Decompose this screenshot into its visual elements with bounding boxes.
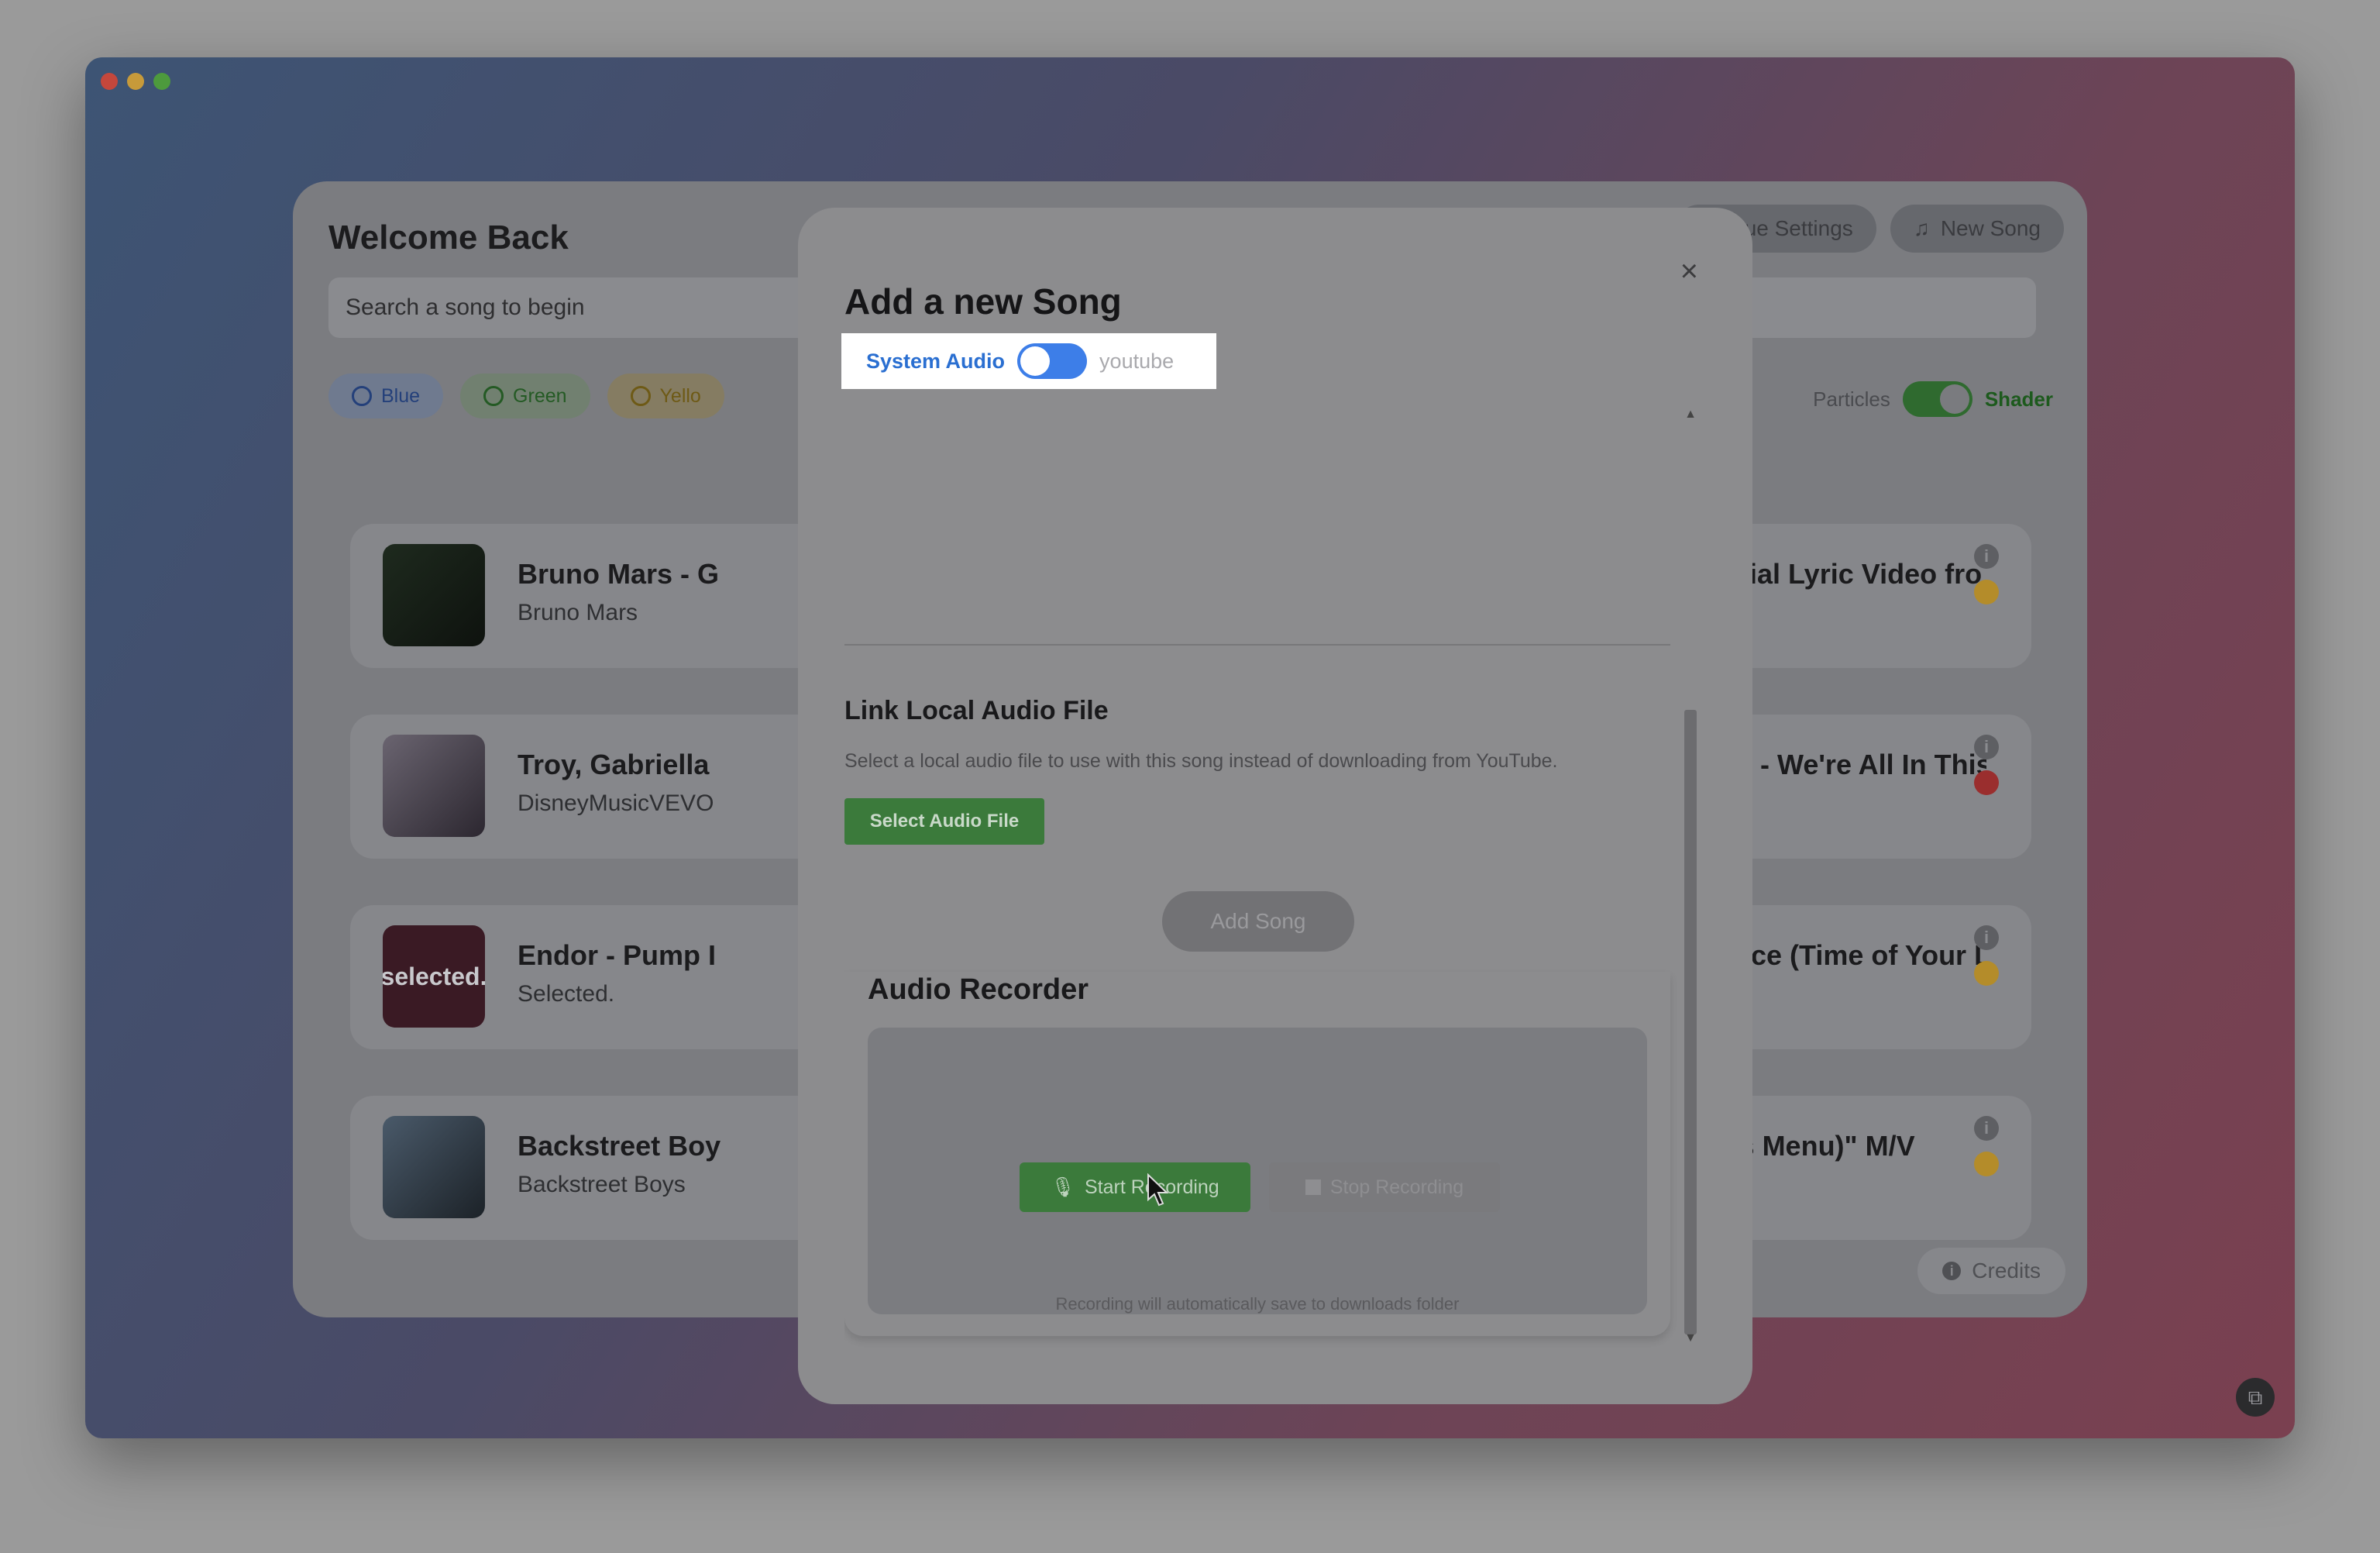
album-thumbnail bbox=[383, 735, 485, 837]
close-icon[interactable]: × bbox=[1680, 254, 1698, 289]
song-artist: Backstreet Boys bbox=[518, 1172, 686, 1197]
chip-yellow[interactable]: Yello bbox=[607, 374, 724, 418]
color-dot bbox=[1974, 1152, 1999, 1176]
local-file-title: Link Local Audio File bbox=[844, 696, 1109, 725]
scrollbar-thumb[interactable] bbox=[1684, 710, 1697, 1334]
app-window: Welcome Back Search a song to begin Blue… bbox=[85, 57, 2295, 1438]
stop-icon bbox=[1305, 1179, 1321, 1195]
song-artist: DisneyMusicVEVO bbox=[518, 790, 714, 816]
shader-label: Shader bbox=[1984, 387, 2053, 411]
circle-icon bbox=[630, 386, 651, 406]
stop-recording-label: Stop Recording bbox=[1329, 1176, 1464, 1198]
song-title: Bruno Mars - G bbox=[518, 558, 720, 590]
effects-switch[interactable] bbox=[1902, 381, 1972, 417]
song-title: Backstreet Boy bbox=[518, 1130, 721, 1162]
circle-icon bbox=[483, 386, 504, 406]
color-filter-chips: Blue Green Yello bbox=[328, 374, 724, 418]
recording-note: Recording will automatically save to dow… bbox=[1055, 1294, 1460, 1314]
audio-source-switch[interactable] bbox=[1017, 343, 1088, 379]
scroll-down-icon[interactable]: ▼ bbox=[1681, 1331, 1700, 1350]
microphone-icon: 🎙 bbox=[1051, 1176, 1076, 1198]
circle-icon bbox=[352, 386, 372, 406]
chip-label: Yello bbox=[659, 384, 701, 407]
modal-title: Add a new Song bbox=[844, 281, 1122, 322]
info-icon[interactable]: i bbox=[1974, 925, 1999, 950]
color-dot bbox=[1974, 961, 1999, 986]
recorder-title: Audio Recorder bbox=[868, 973, 1089, 1006]
album-thumbnail: selected. bbox=[383, 925, 485, 1028]
stop-recording-button[interactable]: Stop Recording bbox=[1269, 1162, 1500, 1212]
info-icon[interactable]: i bbox=[1974, 544, 1999, 569]
song-title: Troy, Gabriella bbox=[518, 749, 710, 780]
credits-button[interactable]: i Credits bbox=[1917, 1248, 2065, 1294]
divider bbox=[844, 644, 1670, 646]
screenshot-icon[interactable]: ⧉ bbox=[2236, 1378, 2275, 1417]
info-icon: i bbox=[1942, 1262, 1962, 1280]
new-song-button[interactable]: ♫ New Song bbox=[1890, 205, 2064, 253]
add-song-button[interactable]: Add Song bbox=[1162, 891, 1354, 952]
audio-recorder: Audio Recorder bbox=[844, 972, 1670, 1336]
start-recording-button[interactable]: 🎙 Start Recording bbox=[1020, 1162, 1250, 1212]
audio-source-toggle: System Audio youtube bbox=[841, 333, 1216, 389]
credits-label: Credits bbox=[1972, 1259, 2041, 1283]
particles-label: Particles bbox=[1813, 387, 1890, 411]
color-dot bbox=[1974, 770, 1999, 795]
minimize-window-button[interactable] bbox=[127, 73, 144, 90]
chip-blue[interactable]: Blue bbox=[328, 374, 444, 418]
thumbnail-text: selected. bbox=[383, 962, 485, 990]
chip-green[interactable]: Green bbox=[460, 374, 590, 418]
song-artist: Selected. bbox=[518, 981, 615, 1007]
mouse-cursor-icon bbox=[1147, 1173, 1169, 1207]
new-song-label: New Song bbox=[1940, 216, 2041, 240]
color-dot bbox=[1974, 580, 1999, 604]
page-title: Welcome Back bbox=[328, 219, 569, 257]
recorder-button-row: 🎙 Start Recording Stop Recording bbox=[844, 1162, 1670, 1212]
add-song-modal: × Add a new Song System Audio youtube Li… bbox=[798, 208, 1752, 1404]
select-audio-file-button[interactable]: Select Audio File bbox=[844, 798, 1044, 845]
info-icon[interactable]: i bbox=[1974, 735, 1999, 759]
song-title: Endor - Pump I bbox=[518, 939, 716, 971]
maximize-window-button[interactable] bbox=[153, 73, 170, 90]
album-thumbnail bbox=[383, 1116, 485, 1218]
song-artist: Bruno Mars bbox=[518, 600, 638, 625]
local-file-description: Select a local audio file to use with th… bbox=[844, 750, 1558, 772]
modal-scrollbar[interactable]: ▲ ▼ bbox=[1681, 408, 1700, 1350]
chip-label: Green bbox=[513, 384, 567, 407]
chip-label: Blue bbox=[381, 384, 421, 407]
info-icon[interactable]: i bbox=[1974, 1116, 1999, 1141]
effects-toggle: Particles Shader bbox=[1813, 381, 2053, 417]
music-note-icon: ♫ bbox=[1913, 216, 1930, 240]
window-controls bbox=[101, 73, 170, 90]
system-audio-label: System Audio bbox=[866, 349, 1006, 373]
youtube-label: youtube bbox=[1099, 349, 1175, 373]
album-thumbnail bbox=[383, 544, 485, 646]
scroll-up-icon[interactable]: ▲ bbox=[1681, 408, 1700, 426]
close-window-button[interactable] bbox=[101, 73, 118, 90]
